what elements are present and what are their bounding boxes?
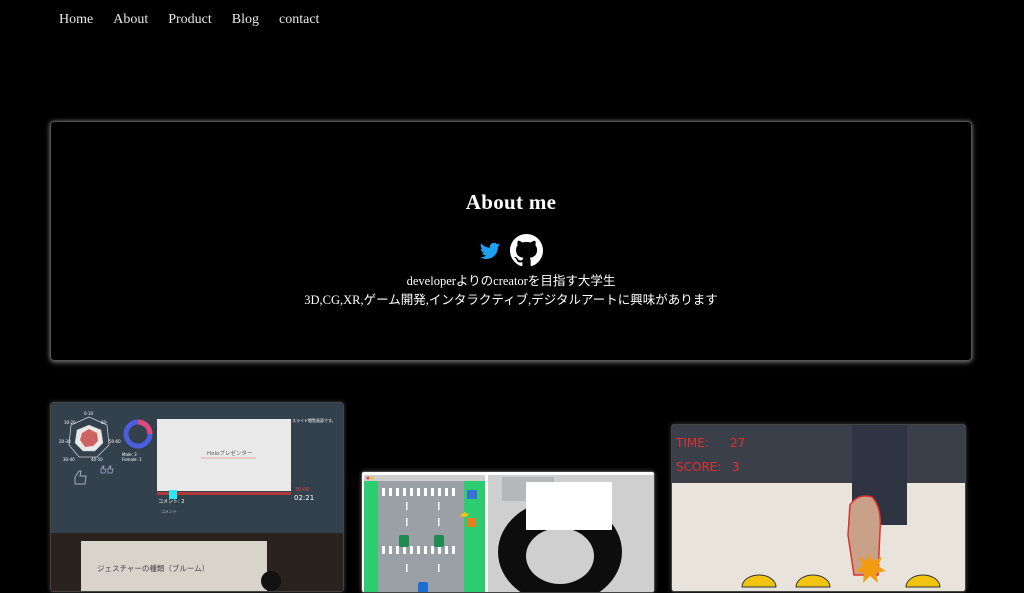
slide-note: スライド閲覧画面です。 [292, 417, 336, 423]
nav-product[interactable]: Product [168, 12, 212, 28]
product-thumbnail-driving-game[interactable] [361, 471, 655, 593]
comment-count: コメント: 2 [158, 499, 184, 505]
radar-label: 10-20 [64, 420, 76, 425]
time-elapsed: 02:21 [294, 494, 314, 502]
radar-label: 0-10 [84, 411, 94, 416]
comment-label: コメント [161, 509, 177, 514]
score-label: SCORE: [676, 460, 721, 474]
product-thumbnail-hand-game[interactable]: TIME: 27 SCORE: 3 [671, 424, 966, 592]
about-line-1: developerよりのcreatorを目指す大学生 [406, 274, 616, 288]
time-value: 27 [730, 436, 745, 450]
about-description: developerよりのcreatorを目指す大学生 3D,CG,XR,ゲーム開… [51, 272, 971, 310]
nav-blog[interactable]: Blog [232, 12, 259, 28]
radar-label: 20-30 [59, 439, 71, 444]
stats-female: Female: 1 [122, 457, 142, 462]
top-nav: Home About Product Blog contact [59, 12, 319, 28]
product-thumbnail-holo-presenter[interactable]: 0-10 10-20 20-30 30-40 40-50 50-60 60- M… [50, 402, 344, 592]
nav-contact[interactable]: contact [279, 12, 319, 28]
radar-label: 50-60 [109, 439, 121, 444]
slide-title: Holoプレゼンター [207, 449, 252, 457]
radar-label: 30-40 [63, 457, 75, 462]
radar-label: 40-50 [91, 457, 103, 462]
nav-about[interactable]: About [113, 12, 148, 28]
projected-title: ジェスチャーの種類（ブルーム） [97, 563, 209, 573]
score-value: 3 [732, 460, 740, 474]
about-card: About me developerよりのcreatorを目指す大学生 3D,C… [50, 121, 972, 361]
time-red: 30:00 [295, 487, 309, 493]
about-title: About me [465, 190, 557, 214]
nav-home[interactable]: Home [59, 12, 93, 28]
twitter-icon[interactable] [479, 242, 500, 260]
social-links [51, 234, 971, 267]
about-line-2: 3D,CG,XR,ゲーム開発,インタラクティブ,デジタルアートに興味があります [304, 293, 718, 307]
radar-label: 60- [101, 420, 108, 425]
github-icon[interactable] [509, 234, 543, 267]
time-label: TIME: [675, 436, 709, 450]
